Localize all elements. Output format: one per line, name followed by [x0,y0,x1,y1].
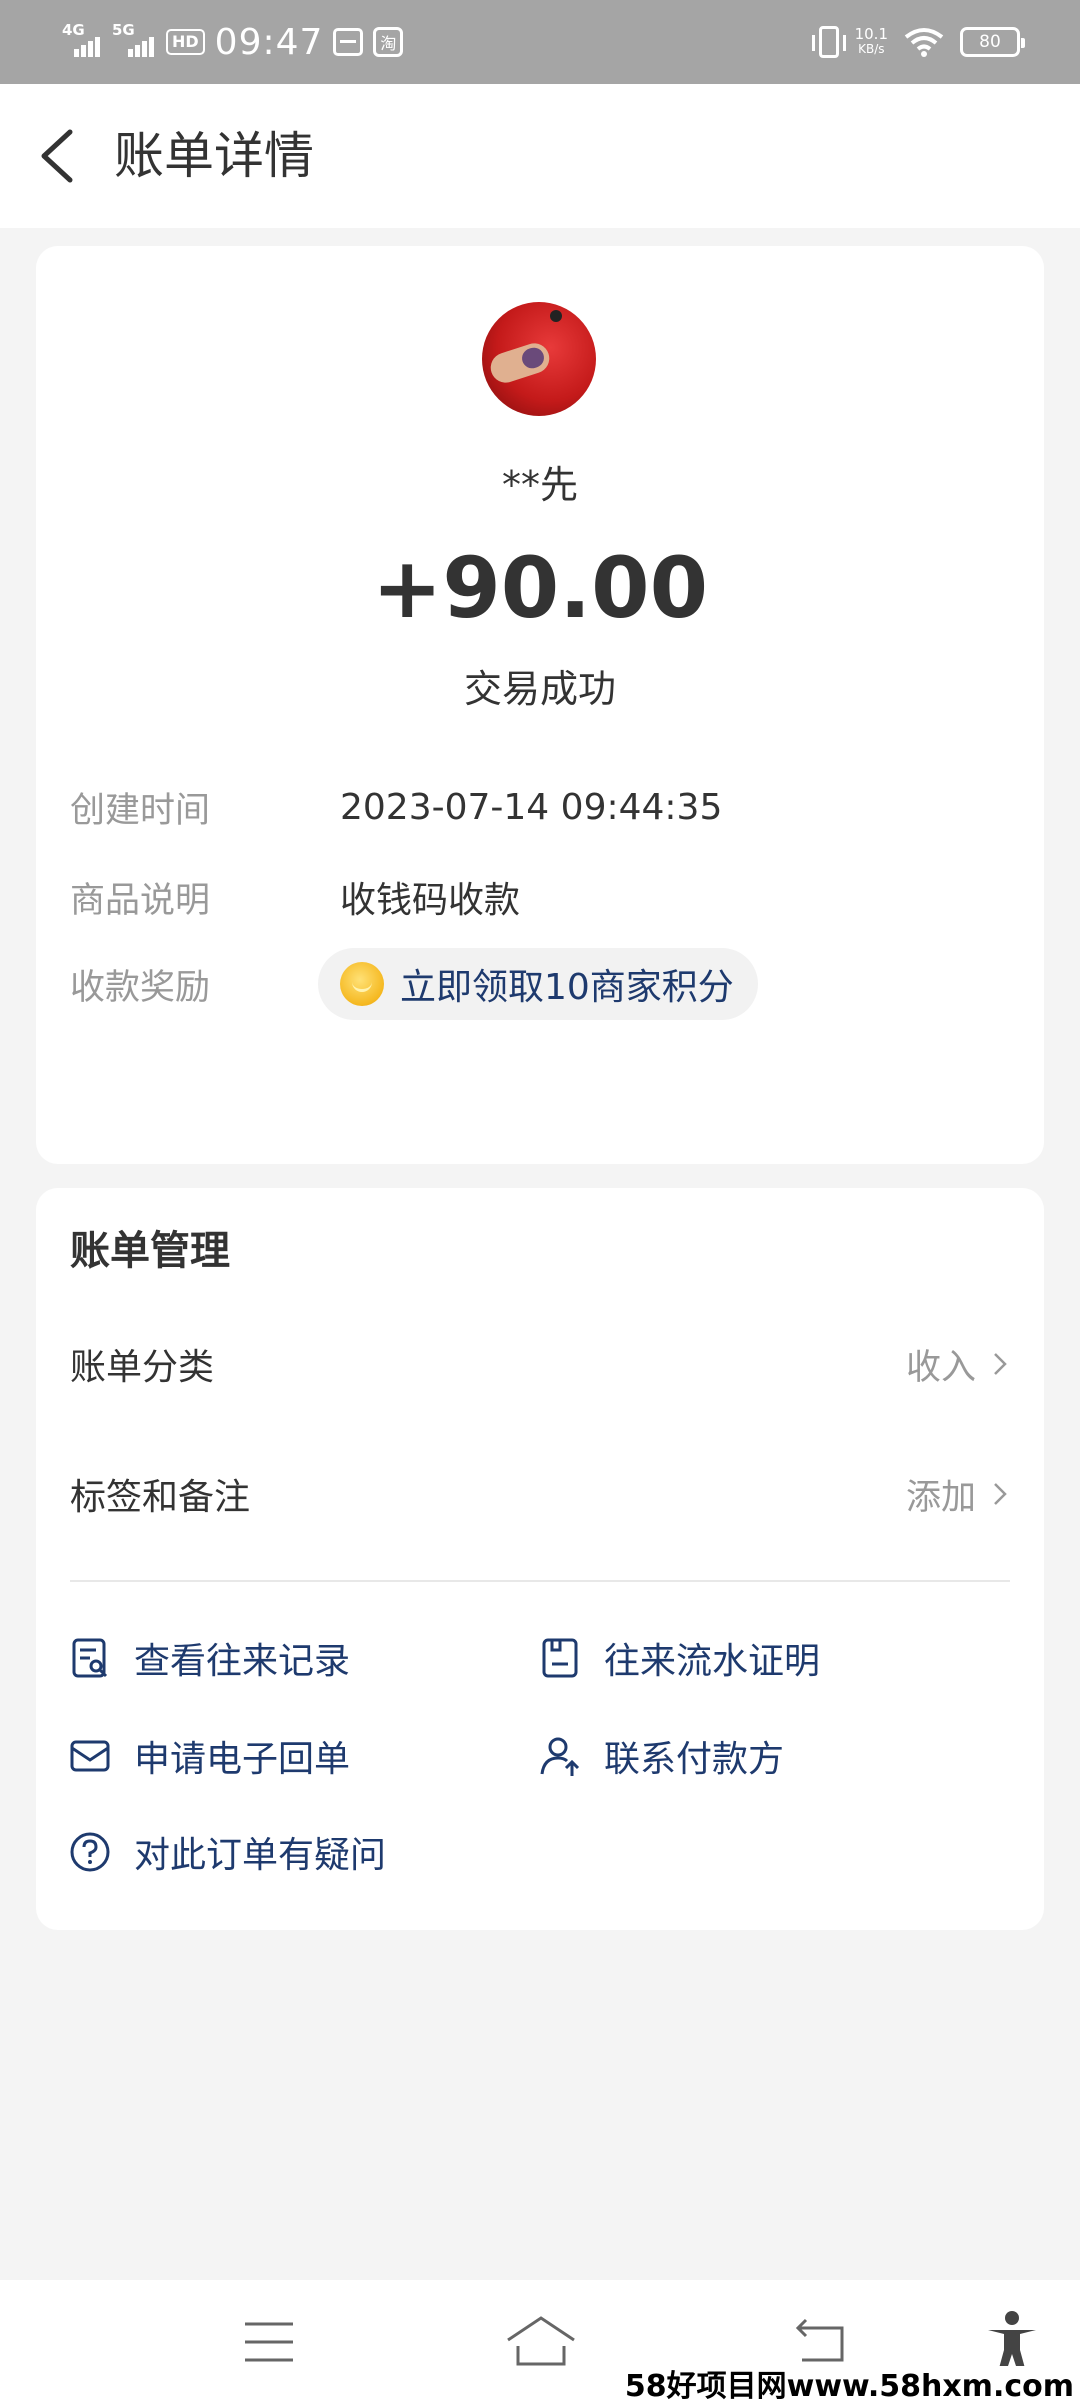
detail-row-description: 商品说明 收钱码收款 [70,872,520,922]
watermark: 58好项目网www.58hxm.com [618,2366,1080,2408]
action-label: 对此订单有疑问 [134,1835,387,1876]
action-label: 申请电子回单 [134,1739,351,1780]
chevron-right-icon [994,1353,1007,1375]
back-arrow-icon[interactable] [34,124,90,188]
calendar-icon [333,28,364,56]
hd-icon: HD [166,29,205,55]
claim-points-label: 立即领取10商家积分 [400,967,734,1008]
app-header: 账单详情 [0,84,1080,228]
record-icon [72,1638,108,1678]
network-4g-label: 4G [62,21,85,39]
section-title: 账单管理 [70,1228,230,1274]
bill-summary-card: **先 +90.00 交易成功 创建时间 2023-07-14 09:44:35… [36,246,1044,1356]
row-label: 账单分类 [70,1347,215,1388]
order-question-link[interactable]: 对此订单有疑问 [68,1824,386,1880]
payer-avatar[interactable] [482,302,596,416]
wifi-icon [904,28,944,57]
contact-payer-link[interactable]: 联系付款方 [538,1728,784,1784]
chevron-right-icon [994,1483,1007,1505]
row-label: 标签和备注 [70,1477,251,1518]
home-icon[interactable] [504,2314,578,2368]
taobao-icon: 淘 [373,27,404,57]
page-title: 账单详情 [114,127,314,185]
battery-icon: 80 [960,27,1025,57]
contact-icon [540,1737,580,1776]
question-icon [70,1832,110,1872]
certificate-icon [542,1638,578,1678]
signal-4g-icon: 4G [62,21,102,57]
detail-row-reward: 收款奖励 立即领取10商家积分 [70,948,758,1020]
divider [70,1580,1010,1582]
transaction-status: 交易成功 [463,667,616,711]
view-records-link[interactable]: 查看往来记录 [68,1630,350,1686]
bill-category-row[interactable]: 账单分类 收入 [70,1334,1010,1394]
mail-icon [70,1740,110,1772]
back-nav-icon[interactable] [794,2316,850,2366]
status-bar: 4G 5G HD 09:47 淘 10.1 KB/s 80 [0,0,1080,84]
transaction-amount: +90.00 [371,539,709,637]
speed-unit: KB/s [858,42,885,56]
action-label: 联系付款方 [604,1739,785,1780]
accessibility-icon[interactable] [984,2310,1040,2374]
speed-value: 10.1 [854,25,888,43]
menu-icon[interactable] [242,2318,296,2366]
request-receipt-link[interactable]: 申请电子回单 [68,1728,350,1784]
flow-certificate-link[interactable]: 往来流水证明 [538,1630,820,1686]
detail-value: 2023-07-14 09:44:35 [340,786,723,828]
clock: 09:47 [214,21,324,63]
vibrate-icon [811,26,846,58]
network-speed: 10.1 KB/s [855,27,888,57]
row-value: 收入 [905,1347,976,1388]
detail-label: 创建时间 [70,790,211,831]
coin-icon [340,962,384,1006]
signal-5g-icon: 5G [112,21,156,57]
payer-name: **先 [501,463,578,507]
detail-value: 收钱码收款 [340,880,521,921]
detail-label: 收款奖励 [70,967,211,1008]
claim-points-button[interactable]: 立即领取10商家积分 [318,948,758,1020]
bill-management-card: 账单管理 账单分类 收入 标签和备注 添加 查看往来记录 往来流水证明 申请电子… [36,1188,1044,1930]
tags-notes-row[interactable]: 标签和备注 添加 [70,1464,1010,1524]
row-value: 添加 [905,1477,976,1518]
detail-row-created-time: 创建时间 2023-07-14 09:44:35 [70,782,722,832]
detail-label: 商品说明 [70,880,211,921]
network-5g-label: 5G [112,21,135,39]
action-label: 往来流水证明 [604,1641,821,1682]
action-label: 查看往来记录 [134,1641,351,1682]
